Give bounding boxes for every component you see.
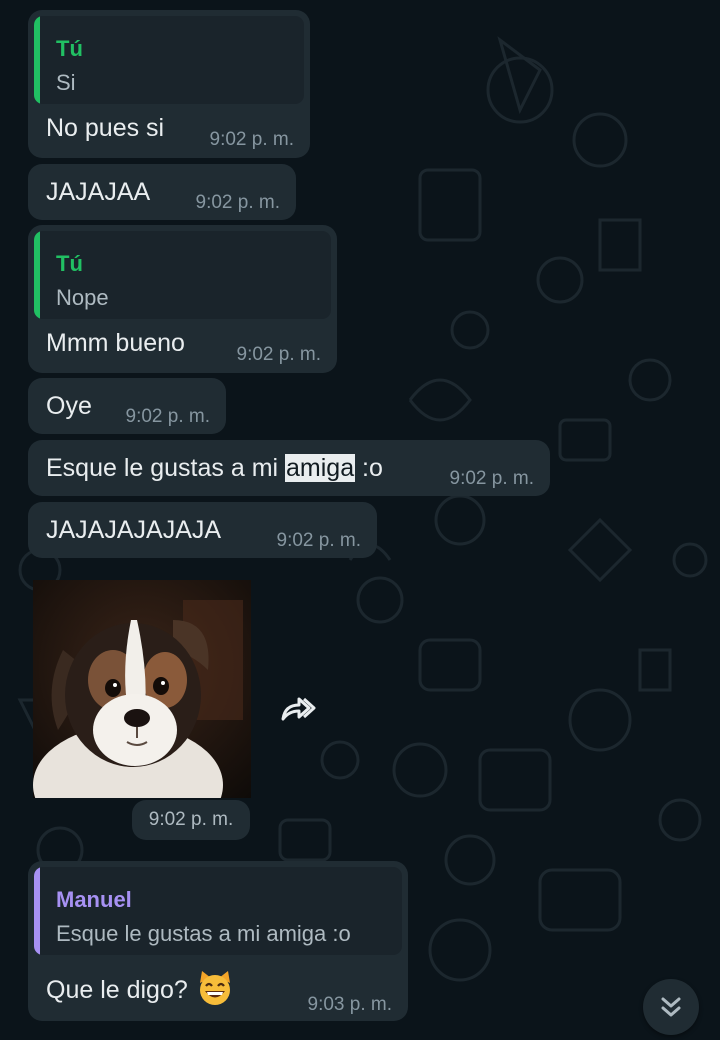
scroll-to-bottom-button[interactable]	[643, 979, 699, 1035]
message-bubble[interactable]: JAJAJAA 9:02 p. m.	[28, 164, 296, 220]
message-bubble[interactable]: Manuel Esque le gustas a mi amiga :o Que…	[28, 861, 408, 1021]
quote-text: Nope	[56, 285, 109, 310]
message-text: Mmm bueno	[46, 329, 185, 357]
sticker-time: 9:02 p. m.	[132, 800, 250, 840]
message-bubble[interactable]: Esque le gustas a mi amiga :o 9:02 p. m.	[28, 440, 550, 496]
message-text-part: :o	[355, 454, 383, 482]
grinning-cat-emoji	[196, 969, 234, 1014]
forward-button[interactable]	[272, 688, 322, 732]
highlighted-word[interactable]: amiga	[285, 454, 356, 482]
message-time: 9:02 p. m.	[276, 530, 362, 551]
message-time: 9:02 p. m.	[236, 344, 322, 365]
quote-author: Manuel	[56, 887, 132, 912]
forward-icon	[281, 697, 316, 721]
message-text: No pues si	[46, 114, 165, 142]
message-bubble[interactable]: JAJAJAJAJAJA 9:02 p. m.	[28, 502, 377, 558]
reply-quote[interactable]: Tú Si	[34, 16, 304, 104]
quote-author: Tú	[56, 36, 83, 61]
message-text-part: Esque le gustas a mi	[46, 454, 286, 482]
reply-quote[interactable]: Manuel Esque le gustas a mi amiga :o	[34, 867, 402, 955]
double-chevron-down-icon	[661, 997, 681, 1017]
quote-accent-bar	[34, 16, 40, 104]
message-time: 9:02 p. m.	[125, 406, 211, 427]
message-text: JAJAJAA	[46, 178, 151, 206]
message-text: Oye	[46, 392, 92, 420]
quote-accent-bar	[34, 867, 40, 955]
reply-quote[interactable]: Tú Nope	[34, 231, 331, 319]
message-time: 9:02 p. m.	[449, 468, 535, 489]
message-bubble[interactable]: Tú Si No pues si 9:02 p. m.	[28, 10, 310, 158]
message-bubble[interactable]: Oye 9:02 p. m.	[28, 378, 226, 434]
quote-text: Si	[56, 70, 76, 95]
message-text: Esque le gustas a mi amiga :o	[46, 454, 383, 483]
message-text: JAJAJAJAJAJA	[46, 516, 222, 544]
quote-author: Tú	[56, 251, 83, 276]
quote-text: Esque le gustas a mi amiga :o	[56, 921, 351, 946]
message-time: 9:02 p. m.	[195, 192, 281, 213]
puppy-sticker[interactable]	[33, 580, 251, 798]
message-time: 9:02 p. m.	[209, 129, 295, 150]
message-text-part: Que le digo?	[46, 976, 188, 1005]
message-time: 9:03 p. m.	[307, 994, 393, 1015]
message-text: Que le digo?	[46, 969, 234, 1014]
message-bubble[interactable]: Tú Nope Mmm bueno 9:02 p. m.	[28, 225, 337, 373]
quote-accent-bar	[34, 231, 40, 319]
